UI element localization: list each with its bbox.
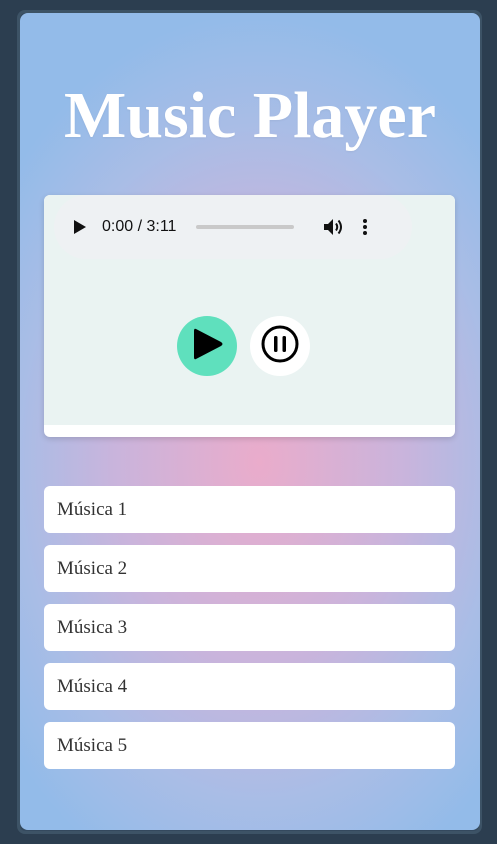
volume-icon[interactable] [322, 215, 346, 239]
music-player-app: Music Player 0:00 / 3:11 Música 1 Música… [20, 13, 480, 830]
audio-element[interactable]: 0:00 / 3:11 [54, 195, 412, 259]
audio-progress-slider[interactable] [196, 225, 295, 229]
playlist: Música 1 Música 2 Música 3 Música 4 Músi… [44, 486, 455, 781]
playlist-item[interactable]: Música 4 [44, 663, 455, 710]
pause-circle-icon [260, 324, 300, 369]
audio-play-icon[interactable] [68, 215, 92, 239]
page-title: Music Player [63, 79, 437, 152]
playlist-item[interactable]: Música 3 [44, 604, 455, 651]
pause-button[interactable] [250, 316, 310, 376]
player-area: 0:00 / 3:11 [44, 195, 455, 425]
audio-time-display: 0:00 / 3:11 [102, 218, 177, 235]
player-card: 0:00 / 3:11 [44, 195, 455, 437]
play-icon [189, 325, 225, 368]
playlist-item[interactable]: Música 1 [44, 486, 455, 533]
play-button[interactable] [177, 316, 237, 376]
playlist-item[interactable]: Música 5 [44, 722, 455, 769]
playlist-item[interactable]: Música 2 [44, 545, 455, 592]
more-options-icon[interactable] [360, 215, 370, 239]
